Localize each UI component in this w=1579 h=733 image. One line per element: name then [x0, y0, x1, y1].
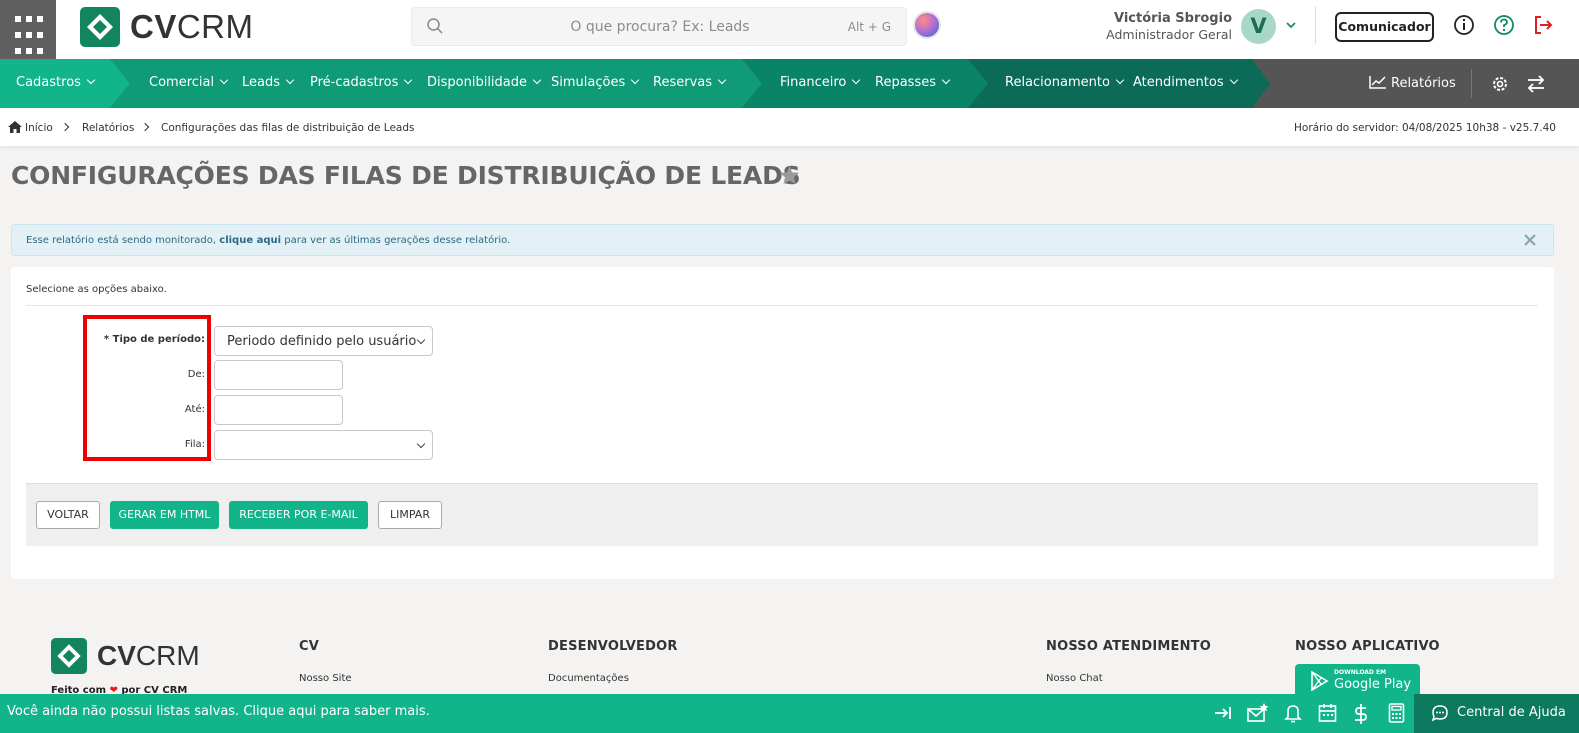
bell-icon[interactable] [1284, 703, 1302, 723]
header-divider [1315, 6, 1316, 44]
nav-financeiro[interactable]: Financeiro [780, 75, 861, 90]
cvcrm-logo-icon [51, 638, 87, 674]
nav-comercial[interactable]: Comercial [149, 75, 229, 90]
nav-relatorios[interactable]: Relatórios [1369, 75, 1456, 91]
footer-link-docs[interactable]: Documentações [548, 673, 629, 684]
generate-html-button[interactable]: GERAR EM HTML [110, 501, 219, 529]
footer-link-chat[interactable]: Nosso Chat [1046, 673, 1103, 684]
user-info[interactable]: Victória Sbrogio Administrador Geral [1090, 11, 1232, 42]
footer-col-title: NOSSO ATENDIMENTO [1046, 639, 1211, 654]
nav-relacionamento[interactable]: Relacionamento [1005, 75, 1125, 90]
nav-disponibilidade[interactable]: Disponibilidade [427, 75, 542, 90]
google-play-button[interactable]: DOWNLOAD EM Google Play [1295, 664, 1420, 698]
footer-logo: CVCRM [51, 638, 200, 674]
from-date-input[interactable] [214, 360, 343, 390]
avatar[interactable]: V [1241, 9, 1276, 44]
close-icon[interactable] [1524, 234, 1536, 246]
google-play-icon [1311, 671, 1329, 691]
saved-lists-message[interactable]: Você ainda não possui listas salvas. Cli… [7, 704, 430, 719]
nav-reservas[interactable]: Reservas [653, 75, 727, 90]
search-placeholder: O que procura? Ex: Leads [570, 19, 750, 35]
back-button[interactable]: VOLTAR [36, 501, 100, 529]
breadcrumb-home[interactable]: Início [25, 122, 53, 134]
chevron-down-icon[interactable] [1284, 18, 1298, 32]
form-instructions: Selecione as opções abaixo. [26, 284, 167, 295]
queue-select[interactable] [214, 430, 433, 460]
collapse-right-icon[interactable] [1213, 703, 1233, 723]
help-icon[interactable] [1493, 14, 1515, 36]
action-bar: VOLTAR GERAR EM HTML RECEBER POR E-MAIL … [26, 483, 1538, 546]
cvcrm-logo-icon [80, 7, 120, 47]
breadcrumb-reports[interactable]: Relatórios [82, 122, 134, 134]
gear-icon[interactable] [1490, 74, 1510, 94]
period-type-select[interactable]: Periodo definido pelo usuário [214, 326, 433, 356]
calculator-icon[interactable] [1388, 703, 1405, 723]
bottom-bar: Você ainda não possui listas salvas. Cli… [0, 694, 1579, 733]
home-icon[interactable] [8, 121, 22, 133]
ai-assistant-orb-icon[interactable] [913, 11, 941, 39]
server-time: Horário do servidor: 04/08/2025 10h38 - … [1294, 122, 1556, 134]
footer-col-title: NOSSO APLICATIVO [1295, 639, 1440, 654]
email-report-button[interactable]: RECEBER POR E-MAIL [229, 501, 368, 529]
user-role: Administrador Geral [1106, 27, 1232, 42]
breadcrumb-current: Configurações das filas de distribuição … [161, 122, 415, 134]
apps-grid-icon[interactable] [0, 0, 56, 59]
chat-bubble-icon [1431, 705, 1448, 722]
nav-atendimentos[interactable]: Atendimentos [1133, 75, 1238, 90]
breadcrumb-separator [140, 122, 150, 132]
nav-divider [1471, 69, 1472, 98]
clear-button[interactable]: LIMPAR [378, 501, 442, 529]
report-form-panel: Selecione as opções abaixo. * Tipo de pe… [11, 267, 1554, 579]
footer-link-site[interactable]: Nosso Site [299, 673, 352, 684]
help-center-button[interactable]: Central de Ajuda [1414, 694, 1579, 733]
nav-pre-cadastros[interactable]: Pré-cadastros [310, 75, 413, 90]
nav-simulacoes[interactable]: Simulações [551, 75, 640, 90]
divider [26, 305, 1538, 306]
search-shortcut: Alt + G [847, 20, 891, 34]
swap-icon[interactable] [1526, 74, 1546, 94]
breadcrumb: Início Relatórios Configurações das fila… [0, 108, 1579, 146]
favorite-star-icon[interactable] [779, 165, 800, 185]
help-center-label: Central de Ajuda [1457, 705, 1566, 720]
chart-line-icon [1369, 76, 1386, 89]
alert-link[interactable]: clique aqui [219, 235, 281, 246]
to-date-input[interactable] [214, 395, 343, 425]
nav-cadastros[interactable]: Cadastros [16, 75, 96, 90]
dollar-icon[interactable] [1353, 703, 1369, 725]
footer-col-title: DESENVOLVEDOR [548, 639, 678, 654]
page-title: CONFIGURAÇÕES DAS FILAS DE DISTRIBUIÇÃO … [11, 161, 801, 190]
alert-text: Esse relatório está sendo monitorado, [26, 235, 220, 246]
user-name: Victória Sbrogio [1113, 11, 1232, 26]
nav-repasses[interactable]: Repasses [875, 75, 951, 90]
main-nav: Cadastros Comercial Leads Pré-cadastros … [0, 59, 1579, 108]
calendar-icon[interactable] [1318, 703, 1337, 723]
mail-star-icon[interactable] [1247, 703, 1269, 723]
logout-icon[interactable] [1532, 14, 1554, 36]
global-search[interactable]: O que procura? Ex: Leads Alt + G [411, 7, 907, 46]
communicator-button[interactable]: Comunicador [1335, 12, 1434, 42]
footer-col-title: CV [299, 639, 320, 654]
highlight-box [83, 315, 211, 461]
nav-leads[interactable]: Leads [242, 75, 295, 90]
top-header: CVCRM O que procura? Ex: Leads Alt + G V… [0, 0, 1579, 59]
cvcrm-logo[interactable]: CVCRM [80, 7, 254, 47]
alert-text-suffix: para ver as últimas gerações desse relat… [281, 235, 511, 246]
breadcrumb-separator [60, 122, 70, 132]
info-icon[interactable] [1453, 14, 1475, 36]
monitoring-alert: Esse relatório está sendo monitorado, cl… [11, 224, 1554, 256]
